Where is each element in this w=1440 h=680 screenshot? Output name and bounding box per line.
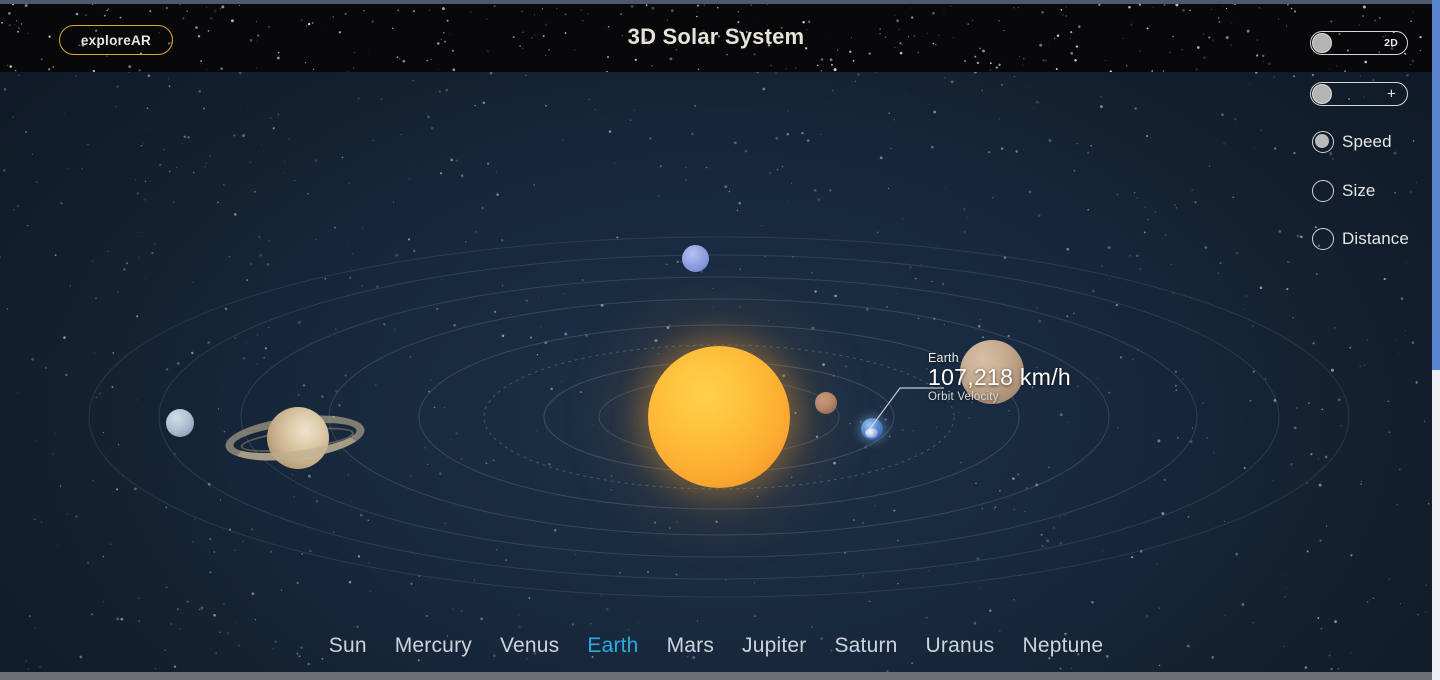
- page-title: 3D Solar System: [627, 24, 805, 49]
- radio-label: Distance: [1342, 229, 1409, 248]
- radio-option-size[interactable]: Size: [1312, 180, 1375, 202]
- planet-nav-item-mercury[interactable]: Mercury: [395, 634, 472, 658]
- planet-nav-item-venus[interactable]: Venus: [500, 634, 559, 658]
- body-mars[interactable]: [815, 392, 837, 414]
- radio-label: Speed: [1342, 132, 1392, 151]
- vertical-scrollbar[interactable]: [1432, 0, 1440, 680]
- radio-label: Size: [1342, 181, 1376, 200]
- radio-indicator: [1312, 131, 1334, 153]
- view-mode-toggle[interactable]: 2D: [1310, 31, 1408, 55]
- zoom-toggle[interactable]: +: [1310, 82, 1408, 106]
- planet-nav-item-neptune[interactable]: Neptune: [1022, 634, 1103, 658]
- planet-nav-item-earth[interactable]: Earth: [587, 634, 638, 658]
- radio-indicator: [1312, 228, 1334, 250]
- radio-option-speed[interactable]: Speed: [1312, 131, 1392, 153]
- planet-nav-item-mars[interactable]: Mars: [667, 634, 714, 658]
- body-neptune[interactable]: [682, 245, 709, 272]
- body-sun[interactable]: [648, 346, 790, 488]
- planet-nav-item-saturn[interactable]: Saturn: [834, 634, 897, 658]
- window-top-edge: [0, 0, 1432, 4]
- zoom-toggle-label: +: [1387, 85, 1396, 103]
- planet-nav-item-jupiter[interactable]: Jupiter: [742, 634, 806, 658]
- body-earth[interactable]: [861, 418, 883, 440]
- body-uranus[interactable]: [166, 409, 194, 437]
- body-saturn[interactable]: [222, 392, 368, 482]
- planet-nav-item-sun[interactable]: Sun: [329, 634, 367, 658]
- body-venus[interactable]: [960, 340, 1024, 404]
- planet-nav-item-uranus[interactable]: Uranus: [926, 634, 995, 658]
- solar-system-app: Earth 107,218 km/h Orbit Velocity explor…: [0, 0, 1440, 680]
- planet-navigation: Sun Mercury Venus Earth Mars Jupiter Saturn Ura…: [0, 634, 1432, 658]
- orbit-rings: [88, 236, 1350, 598]
- saturn-rings-front: [222, 408, 368, 468]
- vertical-scrollbar-thumb[interactable]: [1432, 0, 1440, 370]
- view-mode-toggle-label: 2D: [1384, 37, 1398, 49]
- radio-indicator: [1312, 180, 1334, 202]
- top-header-bar: exploreAR 3D Solar System: [0, 0, 1432, 72]
- horizontal-scrollbar[interactable]: [0, 672, 1432, 680]
- toggle-knob: [1312, 33, 1332, 53]
- radio-option-distance[interactable]: Distance: [1312, 228, 1409, 250]
- toggle-knob: [1312, 84, 1332, 104]
